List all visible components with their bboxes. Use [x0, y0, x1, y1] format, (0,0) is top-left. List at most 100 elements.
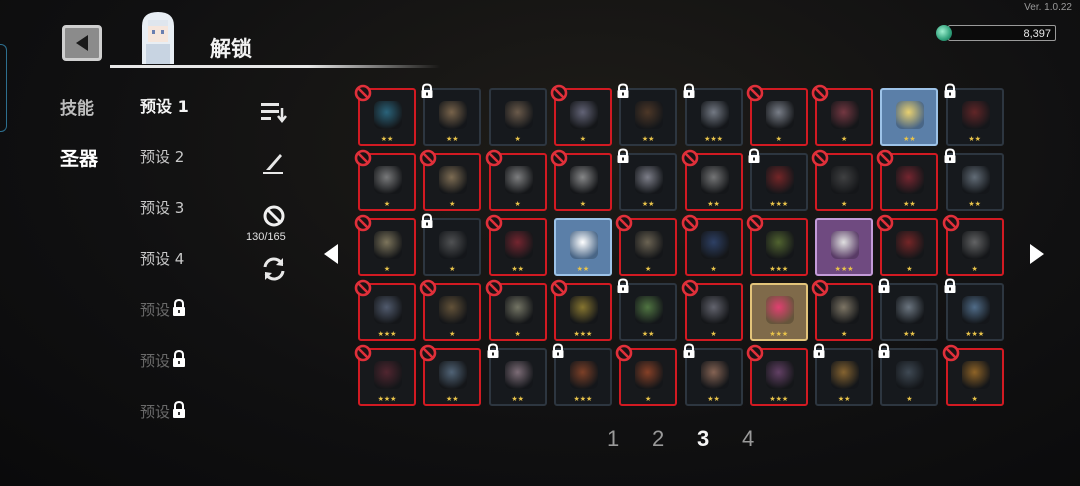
relic-slot[interactable]: ★ — [419, 149, 482, 211]
page-3[interactable]: 3 — [697, 426, 709, 452]
relic-slot[interactable]: ★ — [681, 214, 743, 276]
relic-slot[interactable]: ★★★ — [748, 148, 808, 211]
relic-slot[interactable]: ★ — [942, 344, 1004, 406]
lock-icon — [942, 148, 958, 164]
relic-slot[interactable]: ★★★ — [746, 344, 808, 406]
ban-toggle-button[interactable] — [262, 204, 286, 228]
relic-slot[interactable]: ★★★ — [746, 214, 808, 276]
relic-slot[interactable]: ★ — [485, 149, 547, 211]
relic-slot[interactable]: ★★ — [421, 83, 482, 146]
relic-slot[interactable]: ★★ — [878, 278, 939, 341]
side-panel-edge[interactable] — [0, 44, 7, 132]
relic-slot[interactable]: ★ — [488, 88, 547, 146]
relic-slot[interactable]: ★ — [354, 149, 416, 211]
relic-slot[interactable]: ★ — [877, 214, 939, 276]
ban-icon — [746, 344, 764, 362]
relic-slot[interactable]: ★★ — [813, 343, 874, 406]
relic-slot[interactable]: ★ — [681, 279, 743, 341]
lock-icon — [173, 350, 186, 367]
prev-page-arrow[interactable] — [322, 243, 340, 265]
relic-slot[interactable]: ★★ — [617, 148, 678, 211]
currency-bar: 8,397 — [948, 25, 1056, 41]
relic-item-icon — [700, 361, 729, 389]
ban-icon — [615, 344, 633, 362]
relic-slot[interactable]: ★ — [746, 84, 808, 146]
page-2[interactable]: 2 — [652, 426, 664, 452]
relic-slot[interactable]: ★ — [878, 343, 939, 406]
rarity-stars: ★ — [906, 265, 913, 273]
relic-slot[interactable]: ★★★ — [552, 343, 612, 406]
gem-icon — [936, 25, 952, 41]
relic-slot[interactable]: ★★ — [485, 214, 547, 276]
preset-6-locked[interactable]: 预设 — [140, 350, 187, 371]
relic-slot[interactable]: ★ — [811, 84, 874, 146]
refresh-button[interactable] — [259, 255, 289, 283]
lock-icon — [681, 83, 697, 99]
relic-slot[interactable]: ★★ — [419, 344, 482, 406]
relic-slot[interactable]: ★ — [615, 214, 678, 276]
relic-slot[interactable]: ★★★ — [354, 279, 416, 341]
ban-icon — [811, 149, 829, 167]
relic-slot[interactable]: ★★ — [617, 278, 678, 341]
relic-slot[interactable]: ★ — [421, 213, 482, 276]
relic-slot[interactable]: ★★★ — [550, 279, 612, 341]
lock-icon — [746, 148, 762, 164]
rarity-stars: ★ — [579, 200, 587, 208]
preset-1[interactable]: 预设 1 — [140, 93, 189, 117]
rarity-stars: ★★ — [446, 135, 459, 143]
relic-slot[interactable]: ★★ — [487, 343, 547, 406]
relic-item-icon — [765, 361, 794, 389]
relic-slot[interactable]: ★★ — [354, 84, 416, 146]
tab-relics[interactable]: 圣器 — [60, 144, 98, 171]
page-4[interactable]: 4 — [742, 426, 754, 452]
ban-icon — [942, 214, 960, 232]
relic-item-icon — [374, 296, 402, 324]
relic-slot[interactable]: ★ — [615, 344, 678, 406]
relic-slot[interactable]: ★ — [550, 84, 612, 146]
relic-slot[interactable]: ★★★ — [944, 278, 1004, 341]
rarity-stars: ★★ — [903, 200, 916, 208]
relic-slot[interactable]: ★★ — [683, 343, 743, 406]
lock-icon — [681, 343, 697, 359]
relic-slot[interactable]: ★★ — [880, 88, 939, 146]
relic-slot[interactable]: ★ — [419, 279, 482, 341]
relic-item-icon — [439, 296, 468, 324]
lock-icon — [173, 299, 186, 316]
relic-slot[interactable]: ★★ — [877, 149, 939, 211]
relic-slot[interactable]: ★ — [354, 214, 416, 276]
preset-label: 预设 — [140, 352, 171, 370]
relic-slot[interactable]: ★★ — [681, 149, 743, 211]
relic-slot[interactable]: ★★★ — [354, 344, 416, 406]
relic-slot[interactable]: ★★ — [553, 218, 612, 276]
relic-slot[interactable]: ★ — [550, 149, 612, 211]
relic-slot[interactable]: ★ — [811, 149, 874, 211]
relic-slot[interactable]: ★ — [485, 279, 547, 341]
relic-slot[interactable]: ★★ — [944, 148, 1004, 211]
preset-4[interactable]: 预设 4 — [140, 248, 184, 269]
preset-3[interactable]: 预设 3 — [140, 197, 184, 218]
preset-7-locked[interactable]: 预设 — [140, 401, 187, 422]
rarity-stars: ★★ — [903, 135, 916, 143]
sort-button[interactable] — [260, 100, 288, 124]
relic-slot[interactable]: ★ — [811, 279, 874, 341]
preset-5-locked[interactable]: 预设 — [140, 299, 187, 320]
ban-icon — [485, 279, 503, 297]
edit-button[interactable] — [262, 150, 286, 176]
ban-icon — [354, 149, 372, 167]
relic-item-icon — [635, 361, 664, 389]
rarity-stars: ★★★ — [769, 395, 789, 403]
relic-slot[interactable]: ★ — [942, 214, 1004, 276]
relic-slot[interactable]: ★★ — [944, 83, 1004, 146]
tab-skills[interactable]: 技能 — [60, 94, 94, 119]
relic-slot[interactable]: ★★★ — [815, 218, 874, 276]
relic-item-icon — [635, 231, 664, 259]
relic-item-icon — [504, 231, 533, 259]
preset-2[interactable]: 预设 2 — [140, 146, 184, 167]
relic-item-icon — [765, 166, 794, 194]
back-button[interactable] — [62, 25, 102, 61]
relic-slot[interactable]: ★★ — [617, 83, 678, 146]
next-page-arrow[interactable] — [1028, 243, 1046, 265]
page-1[interactable]: 1 — [607, 426, 619, 452]
relic-slot[interactable]: ★★★ — [683, 83, 743, 146]
relic-slot[interactable]: ★★★ — [749, 283, 808, 341]
